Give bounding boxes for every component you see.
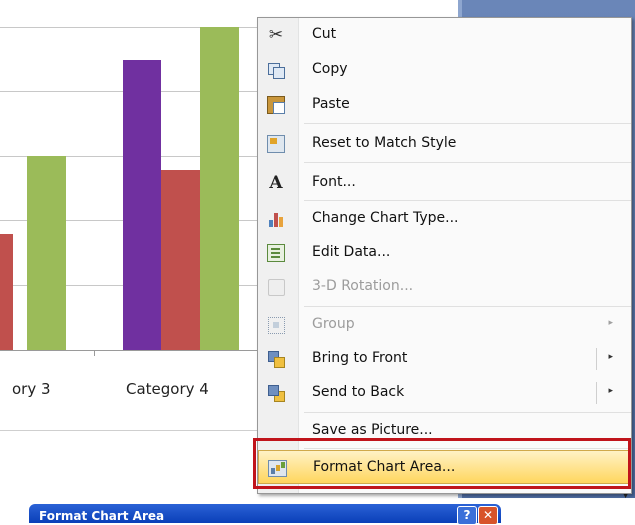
copy-icon	[265, 59, 287, 81]
bar-category4-series3[interactable]	[200, 27, 239, 350]
menu-item-group: Group ▸	[258, 308, 631, 342]
rotation-icon	[265, 276, 287, 298]
category-label: Category 4	[126, 380, 209, 398]
menu-item-3d-rotation: 3-D Rotation...	[258, 270, 631, 304]
menu-separator	[304, 123, 631, 124]
menu-item-paste[interactable]: Paste	[258, 88, 631, 122]
menu-item-label: Bring to Front	[312, 350, 408, 366]
menu-item-label: Cut	[312, 26, 337, 42]
x-axis	[0, 350, 258, 351]
close-button[interactable]: ✕	[478, 506, 498, 525]
menu-item-label: Group	[312, 316, 355, 332]
menu-item-cut[interactable]: ✂ Cut	[258, 18, 631, 52]
category-label: ory 3	[12, 380, 51, 398]
menu-item-font[interactable]: A Font...	[258, 166, 631, 200]
menu-item-bring-to-front[interactable]: Bring to Front ▸	[258, 342, 631, 376]
menu-item-label: Send to Back	[312, 384, 405, 400]
submenu-arrow-icon[interactable]: ▸	[608, 352, 613, 362]
dialog-title: Format Chart Area	[39, 509, 165, 523]
submenu-arrow-icon: ▸	[608, 318, 613, 328]
edit-data-icon	[265, 242, 287, 264]
menu-item-label: Copy	[312, 61, 348, 77]
bar-category3-series3[interactable]	[27, 156, 66, 350]
submenu-divider	[596, 382, 597, 404]
menu-item-change-chart-type[interactable]: Change Chart Type...	[258, 202, 631, 236]
context-menu: ✂ Cut Copy Paste Reset to Match Style A …	[257, 17, 632, 494]
menu-item-label: Change Chart Type...	[312, 210, 459, 226]
menu-item-send-to-back[interactable]: Send to Back ▸	[258, 376, 631, 410]
format-chart-area-dialog-titlebar[interactable]: Format Chart Area ? ✕	[29, 504, 501, 525]
bar-category3-series2[interactable]	[0, 234, 13, 350]
highlight-annotation-box	[253, 438, 631, 489]
bring-front-icon	[265, 348, 287, 370]
menu-item-label: Paste	[312, 96, 350, 112]
menu-separator	[304, 412, 631, 413]
menu-separator	[304, 162, 631, 163]
menu-item-edit-data[interactable]: Edit Data...	[258, 236, 631, 270]
menu-item-label: Edit Data...	[312, 244, 391, 260]
scissors-icon: ✂	[268, 25, 284, 45]
menu-item-label: Reset to Match Style	[312, 135, 457, 151]
reset-style-icon	[265, 133, 287, 155]
menu-item-label: Save as Picture...	[312, 422, 433, 438]
menu-separator	[304, 200, 631, 201]
paste-icon	[265, 94, 287, 116]
menu-item-copy[interactable]: Copy	[258, 53, 631, 87]
bar-category4-series1[interactable]	[123, 60, 161, 350]
chart-type-icon	[265, 208, 287, 230]
submenu-divider	[596, 348, 597, 370]
x-axis-tick	[94, 350, 95, 356]
menu-item-label: 3-D Rotation...	[312, 278, 414, 294]
help-button[interactable]: ?	[457, 506, 477, 525]
menu-item-label: Font...	[312, 174, 356, 190]
font-icon: A	[269, 173, 283, 193]
submenu-arrow-icon[interactable]: ▸	[608, 386, 613, 396]
menu-separator	[304, 306, 631, 307]
bar-category4-series2[interactable]	[161, 170, 200, 350]
menu-item-reset-to-match-style[interactable]: Reset to Match Style	[258, 127, 631, 161]
group-icon	[265, 314, 287, 336]
send-back-icon	[265, 382, 287, 404]
